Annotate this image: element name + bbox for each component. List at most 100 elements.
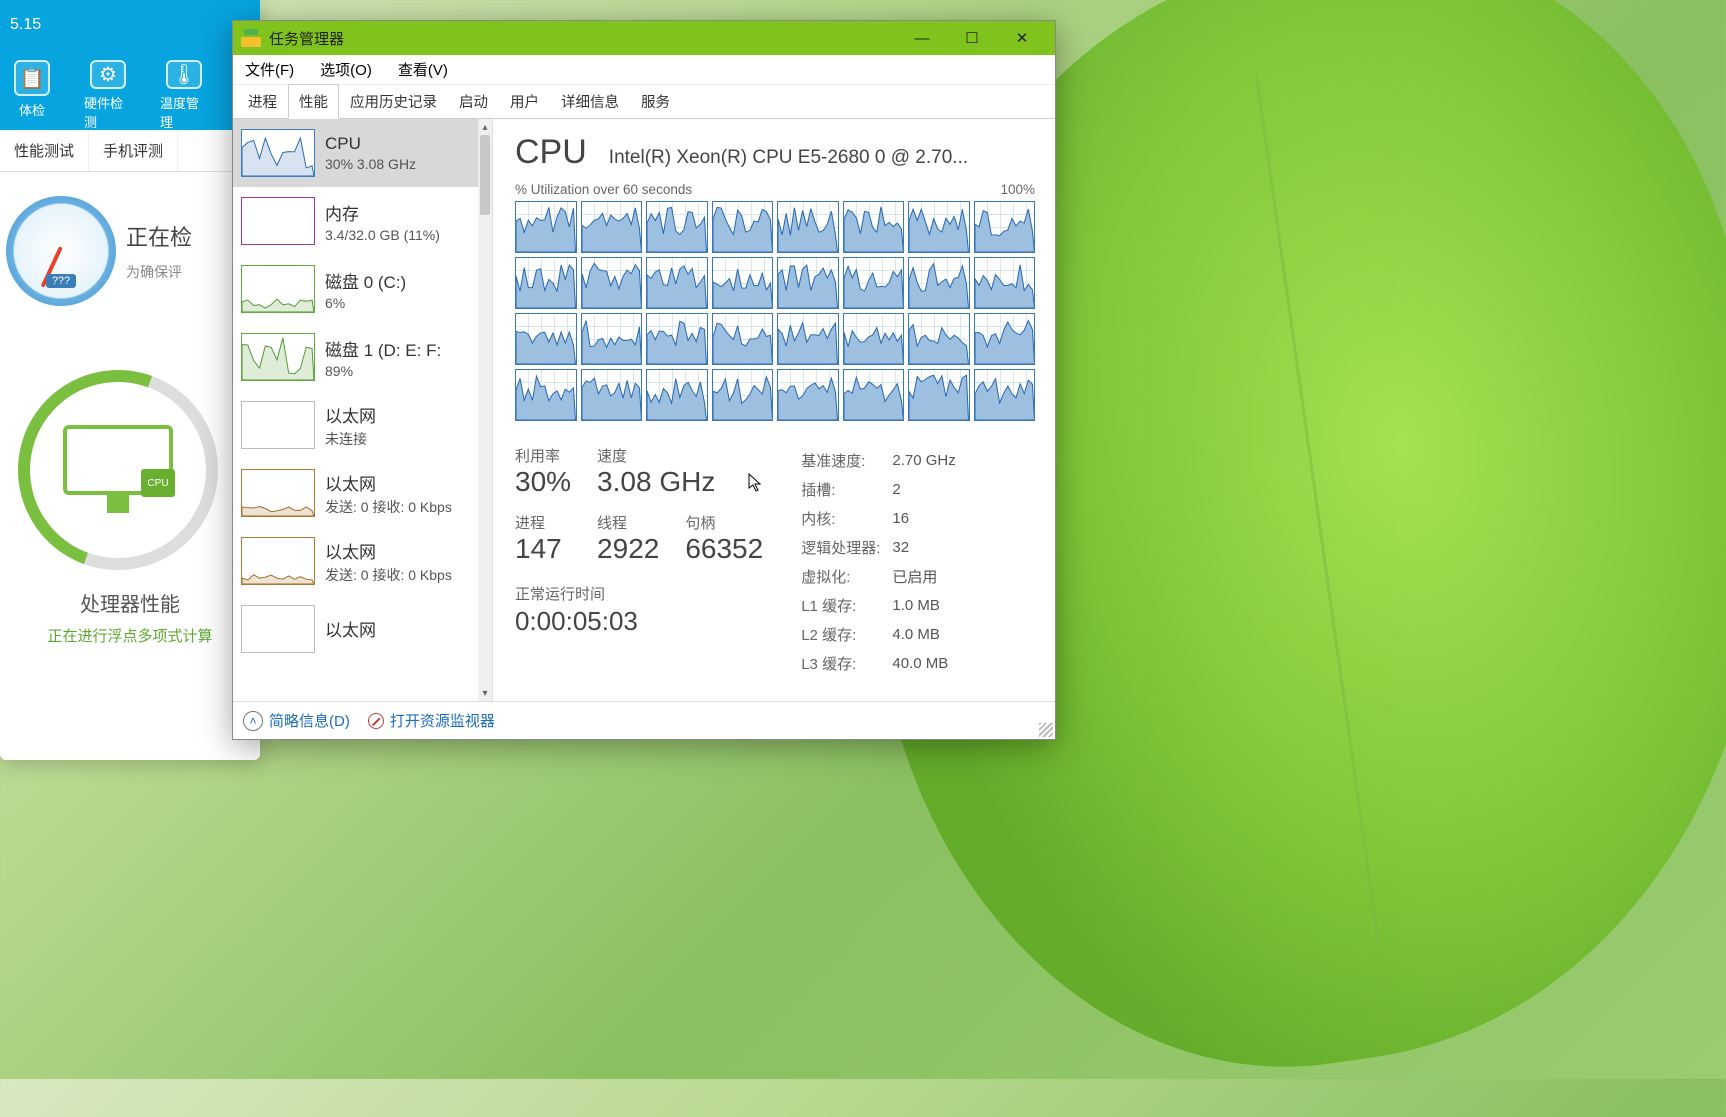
thumb-graph <box>241 265 315 313</box>
task-manager-window: 任务管理器 — ☐ ✕ 文件(F) 选项(O) 查看(V) 进程性能应用历史记录启动… <box>232 20 1056 740</box>
sidebar-list: CPU30% 3.08 GHz内存3.4/32.0 GB (11%)磁盘 0 (… <box>233 119 478 701</box>
tab-服务[interactable]: 服务 <box>630 84 681 118</box>
core-graph <box>515 369 577 421</box>
tab-用户[interactable]: 用户 <box>499 84 550 118</box>
core-graph <box>843 313 905 365</box>
stats-left: 利用率30% 速度3.08 GHz 进程147 线程2922 句柄66352 <box>515 445 763 565</box>
bg-toolbar: 📋体检 ⚙硬件检测 🌡温度管理 <box>0 50 260 130</box>
scroll-down-button[interactable]: ▾ <box>478 685 492 701</box>
bg-tool-体检[interactable]: 📋体检 <box>8 60 56 122</box>
core-grid <box>515 201 1035 421</box>
sidebar-item-eth[interactable]: 以太网发送: 0 接收: 0 Kbps <box>233 527 478 595</box>
sidebar-item-cpu[interactable]: CPU30% 3.08 GHz <box>233 119 478 187</box>
bg-tool-温度管理[interactable]: 🌡温度管理 <box>160 60 208 122</box>
core-graph <box>908 369 970 421</box>
core-graph <box>843 257 905 309</box>
sidebar-item-mem[interactable]: 内存3.4/32.0 GB (11%) <box>233 187 478 255</box>
sidebar: CPU30% 3.08 GHz内存3.4/32.0 GB (11%)磁盘 0 (… <box>233 119 493 701</box>
bg-tool-硬件检测[interactable]: ⚙硬件检测 <box>84 60 132 122</box>
stat-threads: 2922 <box>597 533 659 565</box>
core-graph <box>515 201 577 253</box>
menu-item[interactable]: 选项(O) <box>314 55 378 84</box>
thumb-graph <box>241 333 315 381</box>
core-graph <box>581 201 643 253</box>
bg-gauge: ??? <box>6 196 116 306</box>
bg-cpu-ring: CPU <box>0 337 251 603</box>
minimize-button[interactable]: — <box>897 23 947 53</box>
core-graph <box>712 257 774 309</box>
sidebar-item-empty[interactable]: 以太网未连接 <box>233 391 478 459</box>
uptime-label: 正常运行时间 <box>515 583 763 604</box>
core-graph <box>974 369 1036 421</box>
tab-详细信息[interactable]: 详细信息 <box>550 84 630 118</box>
core-graph <box>712 369 774 421</box>
titlebar[interactable]: 任务管理器 — ☐ ✕ <box>233 21 1055 55</box>
maximize-button[interactable]: ☐ <box>947 23 997 53</box>
core-graph <box>908 257 970 309</box>
cpu-heading: CPU <box>515 133 587 172</box>
core-graph <box>843 201 905 253</box>
scroll-thumb[interactable] <box>480 135 490 215</box>
bg-cpu-label: 处理器性能 <box>0 588 260 617</box>
thumb-graph <box>241 129 315 177</box>
menu-item[interactable]: 查看(V) <box>392 55 454 84</box>
core-graph <box>646 369 708 421</box>
close-button[interactable]: ✕ <box>997 23 1047 53</box>
bg-tab[interactable]: 性能测试 <box>0 130 89 171</box>
core-graph <box>646 313 708 365</box>
footer: ˄简略信息(D) 打开资源监视器 <box>233 701 1055 739</box>
core-graph <box>712 201 774 253</box>
stat-utilization: 30% <box>515 466 571 498</box>
sidebar-scrollbar[interactable]: ▴ ▾ <box>478 119 492 701</box>
sidebar-item-disk[interactable]: 磁盘 1 (D: E: F:89% <box>233 323 478 391</box>
tab-应用历史记录[interactable]: 应用历史记录 <box>339 84 448 118</box>
background-app-window: 5.15 📋体检 ⚙硬件检测 🌡温度管理 性能测试手机评测 ??? 正在检 为确保评… <box>0 0 260 760</box>
tab-启动[interactable]: 启动 <box>448 84 499 118</box>
window-title: 任务管理器 <box>269 28 344 49</box>
monitor-icon <box>368 713 384 729</box>
bg-cpu-status: 正在进行浮点多项式计算 <box>0 625 260 646</box>
tab-bar: 进程性能应用历史记录启动用户详细信息服务 <box>233 85 1055 119</box>
thumb-graph <box>241 605 315 653</box>
bg-heading: 正在检 <box>126 220 192 252</box>
scroll-up-button[interactable]: ▴ <box>478 119 492 135</box>
core-graph <box>712 313 774 365</box>
thumb-graph <box>241 469 315 517</box>
resize-grip[interactable] <box>1039 723 1053 737</box>
sidebar-item-disk[interactable]: 磁盘 0 (C:)6% <box>233 255 478 323</box>
core-graph <box>777 369 839 421</box>
tab-性能[interactable]: 性能 <box>288 84 339 119</box>
stat-handles: 66352 <box>685 533 763 565</box>
chevron-up-icon: ˄ <box>243 711 263 731</box>
menu-item[interactable]: 文件(F) <box>239 55 300 84</box>
core-graph <box>581 369 643 421</box>
stat-processes: 147 <box>515 533 571 565</box>
bg-tabs: 性能测试手机评测 <box>0 130 260 172</box>
tab-进程[interactable]: 进程 <box>237 84 288 118</box>
sidebar-item-empty[interactable]: 以太网 <box>233 595 478 663</box>
bg-tab[interactable]: 手机评测 <box>89 130 178 171</box>
util-label: % Utilization over 60 seconds <box>515 182 692 197</box>
open-resource-monitor-link[interactable]: 打开资源监视器 <box>368 710 495 731</box>
core-graph <box>515 257 577 309</box>
bg-version: 5.15 <box>10 16 41 34</box>
thumb-graph <box>241 197 315 245</box>
core-graph <box>515 313 577 365</box>
core-graph <box>777 201 839 253</box>
bg-sub: 为确保评 <box>126 262 192 282</box>
stat-uptime: 0:00:05:03 <box>515 606 763 637</box>
core-graph <box>843 369 905 421</box>
less-info-button[interactable]: ˄简略信息(D) <box>243 710 350 731</box>
detail-pane: CPU Intel(R) Xeon(R) CPU E5-2680 0 @ 2.7… <box>493 119 1055 701</box>
core-graph <box>908 313 970 365</box>
stats-right: 基准速度:2.70 GHz插槽:2内核:16逻辑处理器:32虚拟化:已启用L1 … <box>799 445 968 679</box>
sidebar-item-eth[interactable]: 以太网发送: 0 接收: 0 Kbps <box>233 459 478 527</box>
stat-speed: 3.08 GHz <box>597 466 763 498</box>
util-max: 100% <box>1000 182 1035 197</box>
core-graph <box>646 257 708 309</box>
core-graph <box>581 257 643 309</box>
cpu-name: Intel(R) Xeon(R) CPU E5-2680 0 @ 2.70... <box>609 147 1035 169</box>
core-graph <box>646 201 708 253</box>
thumb-graph <box>241 537 315 585</box>
cursor-icon <box>748 473 762 493</box>
